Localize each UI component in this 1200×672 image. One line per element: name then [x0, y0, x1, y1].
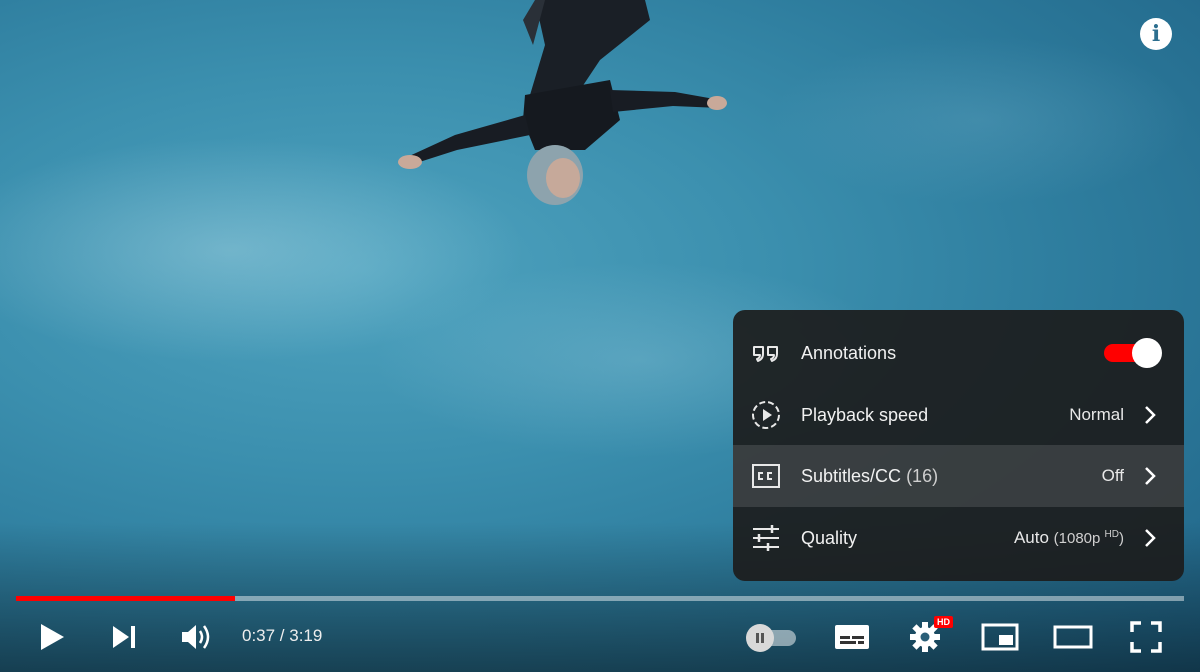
quality-close-paren: ): [1119, 530, 1124, 547]
quality-value-detail: (1080p HD): [1053, 529, 1124, 547]
menu-item-label: Subtitles/CC (16): [801, 466, 938, 487]
hd-badge: HD: [934, 616, 953, 628]
subtitles-button[interactable]: [824, 606, 880, 668]
quality-sliders-icon: [750, 522, 782, 554]
menu-item-value: Normal: [1069, 405, 1124, 424]
next-button[interactable]: [96, 606, 152, 668]
toggle-knob: [1132, 338, 1162, 368]
quality-resolution: (1080p: [1053, 530, 1101, 547]
menu-item-annotations[interactable]: Annotations: [733, 322, 1184, 384]
chevron-right-icon: [1142, 526, 1158, 550]
fullscreen-icon: [1130, 621, 1162, 653]
info-button[interactable]: i: [1140, 18, 1172, 50]
menu-item-label: Annotations: [801, 342, 897, 363]
annotations-toggle[interactable]: [1104, 338, 1162, 368]
play-button[interactable]: [24, 606, 80, 668]
quality-value-main: Auto: [1013, 528, 1049, 547]
pause-icon: [756, 633, 764, 643]
subtitles-icon: [750, 460, 782, 492]
miniplayer-icon: [981, 623, 1019, 651]
menu-item-value: Auto (1080p HD): [1014, 528, 1124, 548]
progress-bar[interactable]: [16, 596, 1184, 601]
subtitles-label: Subtitles/CC: [801, 465, 902, 486]
annotations-icon: [750, 337, 782, 369]
play-icon: [41, 624, 64, 650]
theater-mode-button[interactable]: [1045, 606, 1101, 668]
fullscreen-button[interactable]: [1118, 606, 1174, 668]
autoplay-knob: [746, 624, 774, 652]
autoplay-toggle[interactable]: [746, 624, 798, 652]
time-display: 0:37 / 3:19: [242, 626, 323, 645]
theater-mode-icon: [1053, 625, 1093, 649]
video-player[interactable]: i Annotations Playback speed Normal Subt…: [0, 0, 1200, 672]
chevron-right-icon: [1142, 464, 1158, 488]
volume-icon: [182, 625, 210, 649]
playback-speed-icon: [750, 399, 782, 431]
menu-item-quality[interactable]: Quality Auto (1080p HD): [733, 507, 1184, 569]
video-subject-figure: [398, 0, 727, 205]
chevron-right-icon: [1142, 403, 1158, 427]
next-icon: [113, 626, 135, 648]
miniplayer-button[interactable]: [972, 606, 1028, 668]
quality-hd-sup: HD: [1104, 529, 1119, 540]
volume-button[interactable]: [168, 606, 224, 668]
menu-item-subtitles[interactable]: Subtitles/CC (16) Off: [733, 445, 1184, 507]
menu-item-playback-speed[interactable]: Playback speed Normal: [733, 384, 1184, 446]
subtitles-icon: [835, 625, 869, 649]
menu-item-label: Playback speed: [801, 404, 929, 425]
subtitles-count: (16): [906, 465, 939, 486]
menu-item-label: Quality: [801, 527, 858, 548]
progress-played: [16, 596, 235, 601]
settings-menu: Annotations Playback speed Normal Subtit…: [733, 310, 1184, 581]
menu-item-value: Off: [1101, 466, 1124, 485]
info-icon: i: [1151, 21, 1161, 47]
player-controls: 0:37 / 3:19 HD: [0, 606, 1200, 668]
